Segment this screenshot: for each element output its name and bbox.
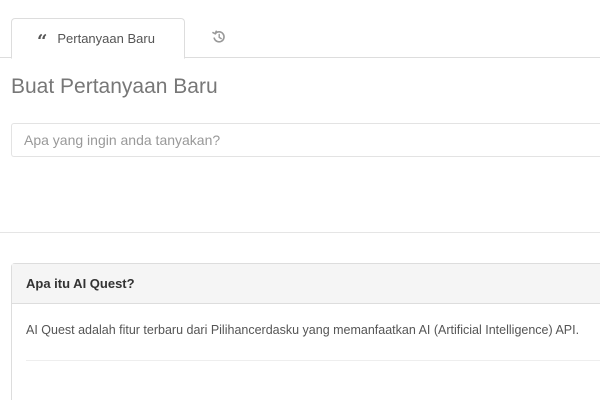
- info-panel: Apa itu AI Quest? AI Quest adalah fitur …: [11, 263, 600, 400]
- question-input[interactable]: [11, 123, 600, 157]
- info-panel-separator: [26, 360, 600, 361]
- tab-bar: “ Pertanyaan Baru: [0, 0, 600, 59]
- tab-history[interactable]: [205, 26, 233, 52]
- history-icon: [212, 30, 226, 49]
- section-divider: [0, 232, 600, 233]
- tab-new-question-label: Pertanyaan Baru: [57, 31, 155, 46]
- page-title: Buat Pertanyaan Baru: [11, 75, 218, 98]
- quote-icon: “: [37, 30, 48, 52]
- tab-new-question[interactable]: “ Pertanyaan Baru: [11, 18, 185, 59]
- page: “ Pertanyaan Baru Buat Pertanyaan Baru A…: [0, 0, 600, 400]
- info-panel-text: AI Quest adalah fitur terbaru dari Pilih…: [26, 323, 580, 337]
- info-panel-body: AI Quest adalah fitur terbaru dari Pilih…: [12, 304, 600, 361]
- info-panel-heading: Apa itu AI Quest?: [12, 264, 600, 304]
- info-panel-title: Apa itu AI Quest?: [26, 276, 135, 291]
